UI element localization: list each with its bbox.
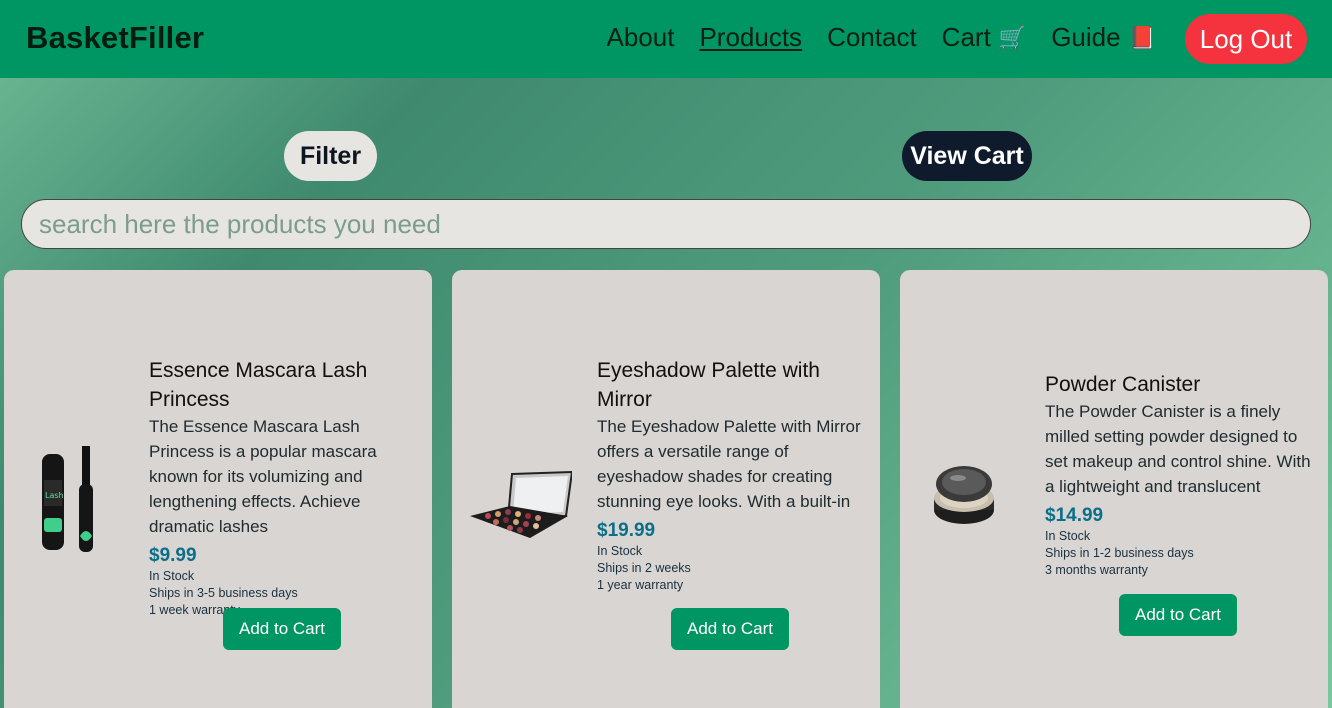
product-price: $9.99	[149, 545, 197, 566]
product-title: Eyeshadow Palette with Mirror	[597, 359, 820, 411]
product-title: Essence Mascara Lash Princess	[149, 359, 368, 411]
product-stock: In Stock	[597, 544, 643, 558]
nav-about[interactable]: About	[607, 22, 675, 53]
svg-text:Lash: Lash	[45, 491, 64, 500]
product-info: Eyeshadow Palette with Mirror The Eyesha…	[597, 356, 865, 594]
product-image-eyeshadow-palette	[468, 450, 576, 558]
book-icon: 📕	[1128, 24, 1156, 50]
view-cart-button[interactable]: View Cart	[902, 131, 1032, 181]
nav-links: About Products Contact Cart 🛒 Guide 📕	[607, 22, 1157, 53]
product-info: Powder Canister The Powder Canister is a…	[1045, 370, 1313, 579]
product-description: The Powder Canister is a finely milled s…	[1045, 402, 1311, 496]
logout-button[interactable]: Log Out	[1185, 14, 1307, 64]
product-stock: In Stock	[1045, 529, 1091, 543]
brand-logo[interactable]: BasketFiller	[26, 20, 204, 56]
navbar: BasketFiller About Products Contact Cart…	[0, 0, 1332, 78]
product-card: Lash Essence Mascara Lash Princess The E…	[4, 270, 432, 708]
search-input[interactable]	[21, 199, 1311, 249]
product-description: The Eyeshadow Palette with Mirror offers…	[597, 417, 861, 511]
nav-cart-label: Cart	[941, 22, 991, 52]
product-shipping: Ships in 1-2 business days	[1045, 546, 1194, 560]
nav-guide[interactable]: Guide 📕	[1051, 22, 1156, 53]
product-info: Essence Mascara Lash Princess The Essenc…	[149, 356, 417, 619]
product-warranty: 1 year warranty	[597, 578, 684, 592]
product-shipping: Ships in 2 weeks	[597, 561, 691, 575]
product-title: Powder Canister	[1045, 373, 1201, 396]
nav-products[interactable]: Products	[699, 22, 802, 53]
product-warranty: 3 months warranty	[1045, 563, 1148, 577]
nav-guide-label: Guide	[1051, 22, 1121, 52]
add-to-cart-button[interactable]: Add to Cart	[223, 608, 341, 650]
product-stock: In Stock	[149, 569, 195, 583]
product-image-powder-canister	[926, 460, 1034, 568]
product-price: $14.99	[1045, 505, 1104, 526]
product-price: $19.99	[597, 520, 656, 541]
product-image-mascara: Lash	[32, 440, 140, 552]
product-card: Eyeshadow Palette with Mirror The Eyesha…	[452, 270, 880, 708]
product-shipping: Ships in 3-5 business days	[149, 586, 298, 600]
nav-cart[interactable]: Cart 🛒	[942, 22, 1027, 53]
add-to-cart-button[interactable]: Add to Cart	[671, 608, 789, 650]
product-description: The Essence Mascara Lash Princess is a p…	[149, 417, 377, 536]
cart-icon: 🛒	[998, 24, 1027, 50]
product-card: Powder Canister The Powder Canister is a…	[900, 270, 1328, 708]
filter-button[interactable]: Filter	[284, 131, 377, 181]
add-to-cart-button[interactable]: Add to Cart	[1119, 594, 1237, 636]
nav-contact[interactable]: Contact	[827, 22, 917, 53]
